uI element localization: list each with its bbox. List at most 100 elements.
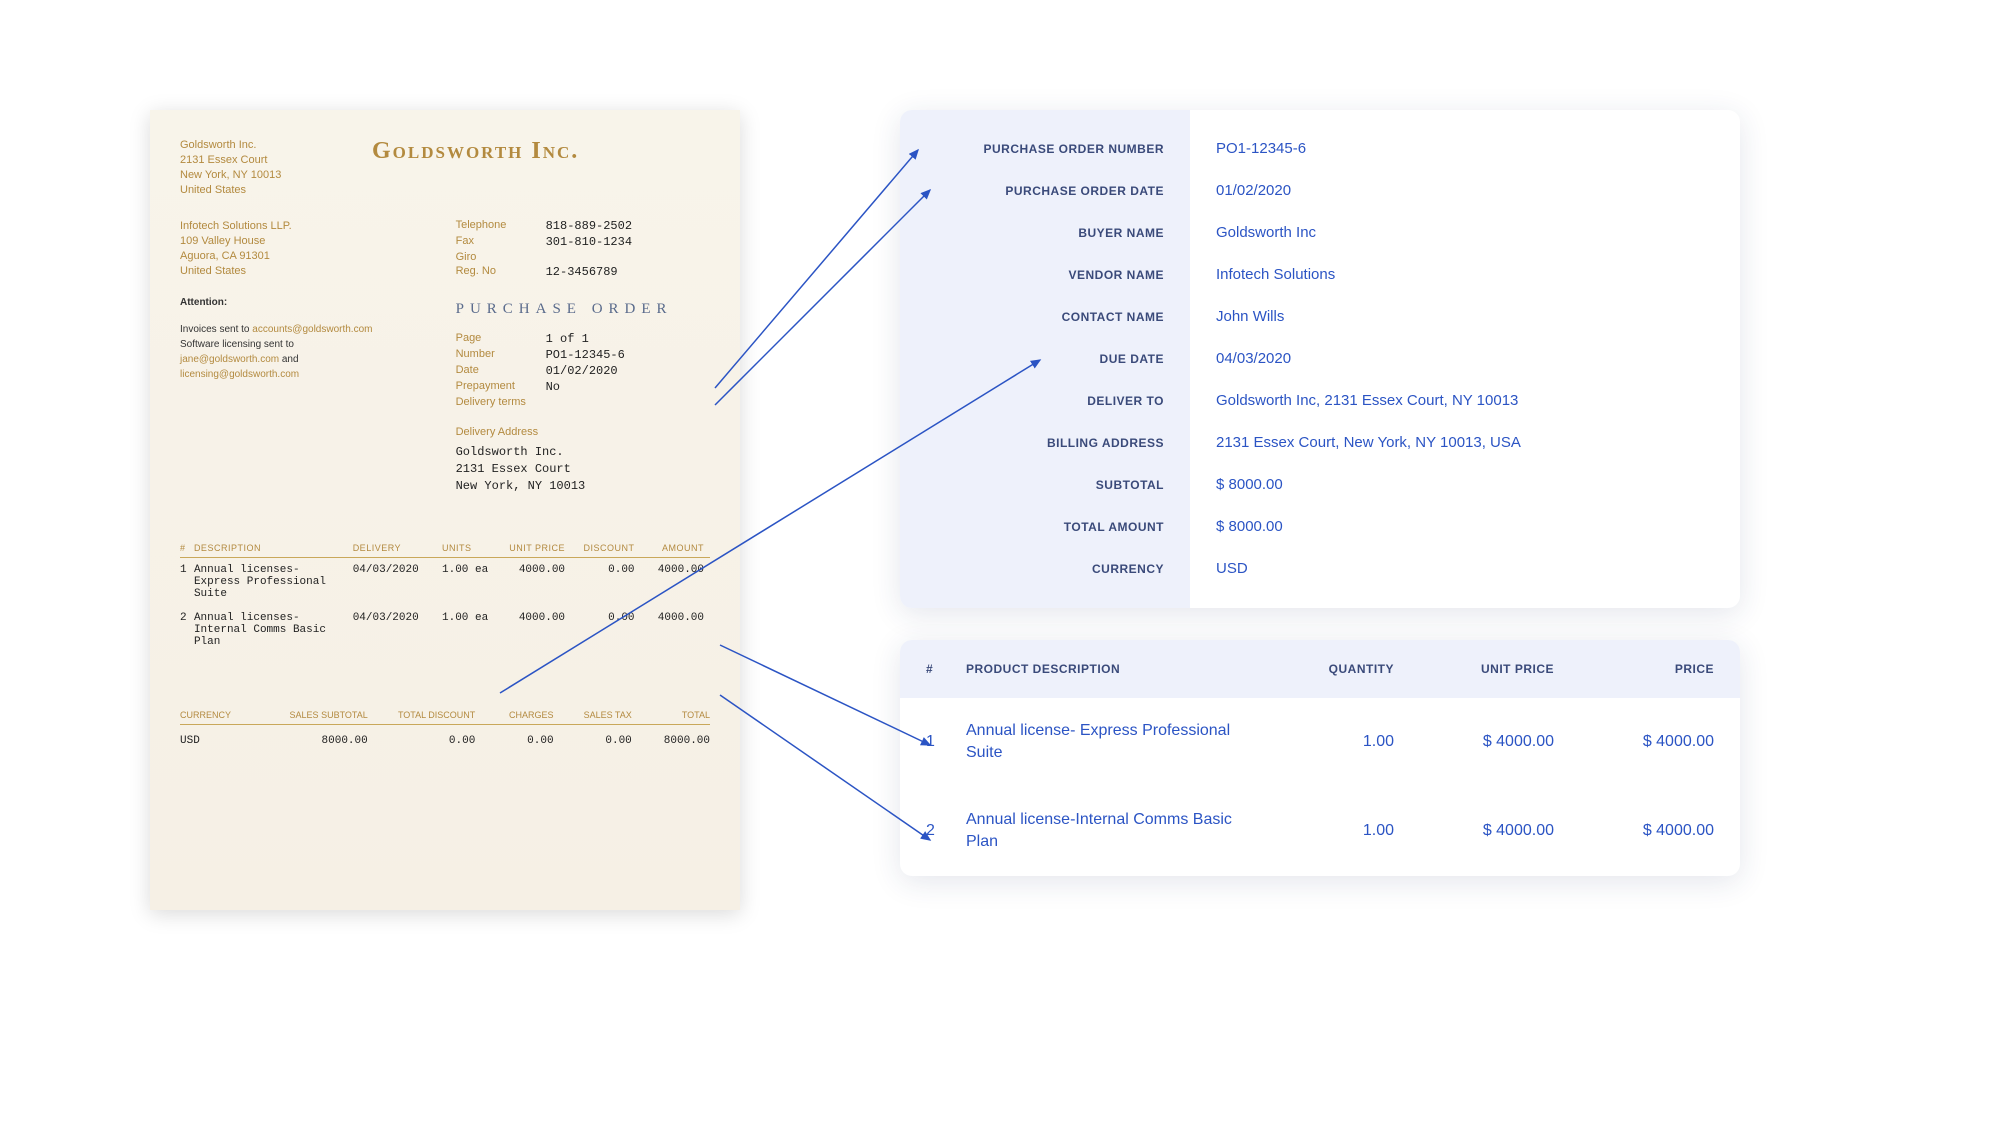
item-num: 1 (926, 733, 966, 751)
label-currency: CURRENCY (918, 548, 1164, 590)
value-total: $ 8000.00 (1216, 506, 1714, 548)
totals-charges-header: CHARGES (475, 710, 553, 720)
items-col-qty: QUANTITY (1264, 662, 1394, 676)
number-value: PO1-12345-6 (546, 348, 625, 362)
extracted-items-body: 1 Annual license- Express Professional S… (900, 698, 1740, 876)
regno-value: 12-3456789 (546, 265, 618, 279)
date-value: 01/02/2020 (546, 364, 618, 378)
fax-value: 301-810-1234 (546, 235, 632, 249)
label-contact: CONTACT NAME (918, 296, 1164, 338)
telephone-value: 818-889-2502 (546, 219, 632, 233)
item-price: $ 4000.00 (1554, 733, 1714, 751)
extracted-items-card: # PRODUCT DESCRIPTION QUANTITY UNIT PRIC… (900, 640, 1740, 876)
info-labels-column: PURCHASE ORDER NUMBER PURCHASE ORDER DAT… (900, 110, 1190, 608)
arrow-icon (715, 190, 930, 405)
value-buyer: Goldsworth Inc (1216, 212, 1714, 254)
regno-label: Reg. No (456, 265, 546, 279)
item-units: 1.00 ea (442, 612, 502, 648)
item-delivery: 04/03/2020 (353, 612, 442, 648)
invoice-note: Invoices sent to accounts@goldsworth.com… (180, 322, 434, 382)
totals-subtotal-header: SALES SUBTOTAL (260, 710, 368, 720)
telephone-label: Telephone (456, 219, 546, 233)
item-price: $ 4000.00 (1554, 822, 1714, 840)
totals-tax-header: SALES TAX (554, 710, 632, 720)
item-amount: 4000.00 (641, 564, 710, 600)
totals-total: 8000.00 (632, 735, 710, 747)
col-num-header: # (180, 543, 194, 553)
item-num: 1 (180, 564, 194, 600)
value-po-number: PO1-12345-6 (1216, 128, 1714, 170)
label-deliver-to: DELIVER TO (918, 380, 1164, 422)
invoice-email-3: licensing@goldsworth.com (180, 369, 299, 380)
vendor-line3: United States (180, 264, 434, 279)
item-num: 2 (926, 822, 966, 840)
attention-label: Attention: (180, 297, 434, 308)
value-due: 04/03/2020 (1216, 338, 1714, 380)
vendor-name: Infotech Solutions LLP. (180, 219, 434, 234)
item-discount: 0.00 (571, 564, 640, 600)
item-unitprice: $ 4000.00 (1394, 733, 1554, 751)
totals-discount-header: TOTAL DISCOUNT (368, 710, 476, 720)
item-unitprice: 4000.00 (502, 564, 571, 600)
item-unitprice: 4000.00 (502, 612, 571, 648)
item-unitprice: $ 4000.00 (1394, 822, 1554, 840)
invoice-note-text2: Software licensing sent to (180, 339, 294, 350)
col-amount-header: AMOUNT (641, 543, 710, 553)
delivery-line2: 2131 Essex Court (456, 461, 710, 478)
item-desc: Annual licenses- Internal Comms Basic Pl… (194, 612, 353, 648)
extracted-info-card: PURCHASE ORDER NUMBER PURCHASE ORDER DAT… (900, 110, 1740, 608)
list-item: 1 Annual license- Express Professional S… (900, 698, 1740, 787)
giro-label: Giro (456, 251, 546, 263)
item-desc: Annual license- Express Professional Sui… (966, 720, 1264, 765)
label-po-number: PURCHASE ORDER NUMBER (918, 128, 1164, 170)
value-billing: 2131 Essex Court, New York, NY 10013, US… (1216, 422, 1714, 464)
label-po-date: PURCHASE ORDER DATE (918, 170, 1164, 212)
label-billing: BILLING ADDRESS (918, 422, 1164, 464)
invoice-email-2: jane@goldsworth.com (180, 354, 279, 365)
page-value: 1 of 1 (546, 332, 589, 346)
delivery-address-title: Delivery Address (456, 426, 710, 438)
vendor-line1: 109 Valley House (180, 234, 434, 249)
value-contact: John Wills (1216, 296, 1714, 338)
col-delivery-header: DELIVERY (353, 543, 442, 553)
totals-row: USD 8000.00 0.00 0.00 0.00 8000.00 (180, 725, 710, 757)
item-delivery: 04/03/2020 (353, 564, 442, 600)
items-table-header: # DESCRIPTION DELIVERY UNITS UNIT PRICE … (180, 543, 710, 558)
value-po-date: 01/02/2020 (1216, 170, 1714, 212)
totals-subtotal: 8000.00 (260, 735, 368, 747)
vendor-address-block: Infotech Solutions LLP. 109 Valley House… (180, 219, 434, 278)
value-subtotal: $ 8000.00 (1216, 464, 1714, 506)
invoice-note-text1: Invoices sent to (180, 324, 252, 335)
item-desc: Annual license-Internal Comms Basic Plan (966, 809, 1264, 854)
totals-charges: 0.00 (475, 735, 553, 747)
col-unitprice-header: UNIT PRICE (502, 543, 571, 553)
info-values-column: PO1-12345-6 01/02/2020 Goldsworth Inc In… (1190, 110, 1740, 608)
totals-discount: 0.00 (368, 735, 476, 747)
col-desc-header: DESCRIPTION (194, 543, 353, 553)
delivery-line1: Goldsworth Inc. (456, 444, 710, 461)
items-col-price: PRICE (1554, 662, 1714, 676)
extracted-items-header: # PRODUCT DESCRIPTION QUANTITY UNIT PRIC… (900, 640, 1740, 698)
col-units-header: UNITS (442, 543, 502, 553)
label-subtotal: SUBTOTAL (918, 464, 1164, 506)
table-row: 1 Annual licenses- Express Professional … (180, 558, 710, 606)
item-discount: 0.00 (571, 612, 640, 648)
item-units: 1.00 ea (442, 564, 502, 600)
date-label: Date (456, 364, 546, 378)
label-vendor: VENDOR NAME (918, 254, 1164, 296)
items-col-desc: PRODUCT DESCRIPTION (966, 662, 1264, 676)
item-qty: 1.00 (1264, 733, 1394, 751)
fax-label: Fax (456, 235, 546, 249)
prepayment-value: No (546, 380, 560, 394)
company-logo-title: Goldsworth Inc. (241, 138, 710, 197)
vendor-line2: Aguora, CA 91301 (180, 249, 434, 264)
label-total: TOTAL AMOUNT (918, 506, 1164, 548)
totals-currency-header: CURRENCY (180, 710, 260, 720)
number-label: Number (456, 348, 546, 362)
item-amount: 4000.00 (641, 612, 710, 648)
value-deliver-to: Goldsworth Inc, 2131 Essex Court, NY 100… (1216, 380, 1714, 422)
delivery-line3: New York, NY 10013 (456, 478, 710, 495)
totals-tax: 0.00 (554, 735, 632, 747)
arrow-icon (720, 645, 930, 745)
delivery-address: Goldsworth Inc. 2131 Essex Court New Yor… (456, 444, 710, 494)
